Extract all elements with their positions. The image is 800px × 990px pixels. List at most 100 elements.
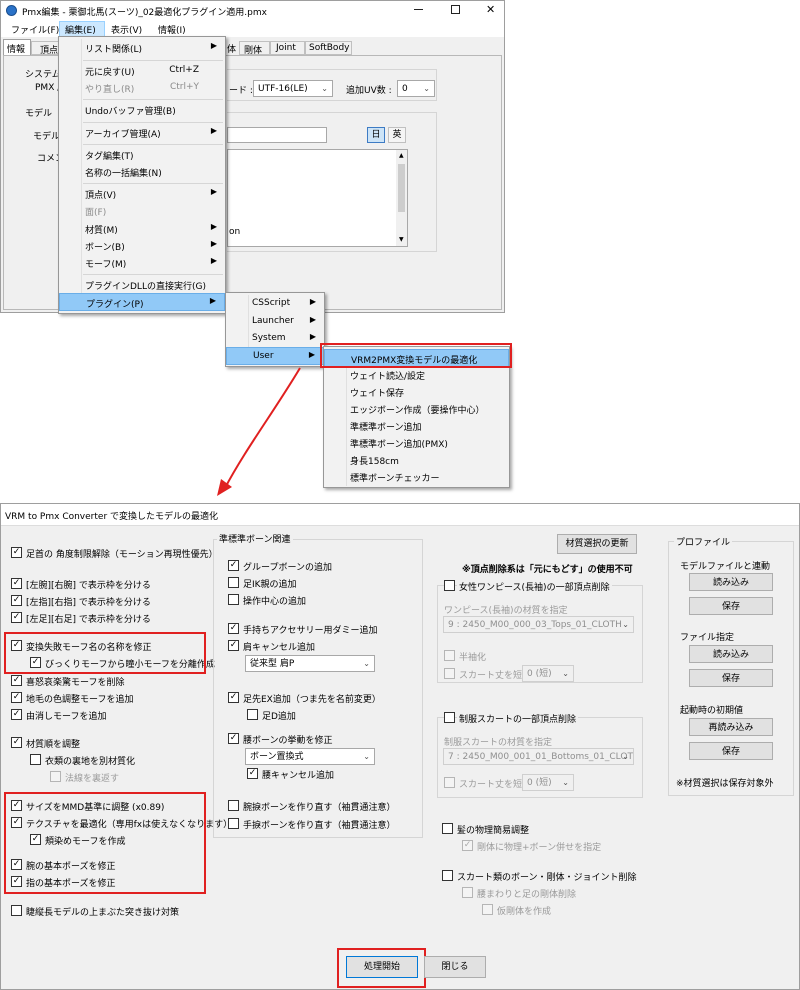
close-icon[interactable]: ✕: [486, 3, 495, 16]
chevron-down-icon: ⌄: [562, 778, 569, 787]
chevron-right-icon: ▶: [209, 296, 216, 305]
minimize-icon[interactable]: [414, 9, 423, 10]
menu-item-vertex[interactable]: 頂点(V) ▶: [59, 185, 225, 203]
menu-item-morph[interactable]: モーフ(M) ▶: [59, 254, 225, 272]
chevron-right-icon: ▶: [210, 256, 217, 265]
checkbox-material-order[interactable]: ✓: [11, 737, 22, 748]
menu-file[interactable]: ファイル(F): [11, 23, 59, 36]
menu-item-redo[interactable]: やり直し(R) Ctrl+Y: [59, 79, 225, 97]
uniform-skirt-select[interactable]: 0 (短) ⌄: [522, 774, 574, 791]
menu-item-tag-edit[interactable]: タグ編集(T): [59, 146, 225, 164]
checkbox-flip-normals[interactable]: [50, 771, 61, 782]
checkbox-leg-frame[interactable]: ✓: [11, 612, 22, 623]
checkbox-skirt-delete[interactable]: [442, 870, 453, 881]
onepiece-material-select[interactable]: 9 : 2450_M00_000_03_Tops_01_CLOTH ⌄: [443, 616, 634, 633]
checkbox-skirt-delete-sub1[interactable]: [462, 887, 473, 898]
uniform-material-select[interactable]: 7 : 2450_M00_001_01_Bottoms_01_CLOTH ⌄: [443, 748, 634, 765]
profile-model-load-button[interactable]: 読み込み: [689, 573, 773, 591]
checkbox-accessory-dummy[interactable]: ✓: [228, 623, 239, 634]
comment-textarea[interactable]: ▲ ▼ on: [227, 149, 408, 247]
menu-item-plugin[interactable]: プラグイン(P) ▶: [59, 293, 225, 311]
user-item-semi-standard-pmx[interactable]: 準標準ボーン追加(PMX): [324, 434, 509, 452]
user-item-height[interactable]: 身長158cm: [324, 451, 509, 469]
checkbox-center[interactable]: [228, 594, 239, 605]
checkbox-skirt-delete-sub2[interactable]: [482, 904, 493, 915]
edit-menu: リスト関係(L) ▶ 元に戻す(U) Ctrl+Z やり直し(R) Ctrl+Y Un…: [58, 36, 226, 314]
user-item-weight-load[interactable]: ウェイト読込/設定: [324, 366, 509, 384]
tab-rigid[interactable]: 剛体: [239, 41, 270, 56]
tab-vertex[interactable]: 頂点: [31, 41, 59, 56]
checkbox-shoulder-cancel[interactable]: ✓: [228, 640, 239, 651]
plugin-item-csscript[interactable]: CSScript ▶: [226, 295, 324, 313]
label-waist-fix: 腰ボーンの挙動を修正: [243, 736, 333, 746]
checkbox-leg-d[interactable]: [247, 709, 258, 720]
label-lining: 衣類の裏地を別材質化: [45, 757, 136, 767]
checkbox-emotion-delete[interactable]: ✓: [11, 675, 22, 686]
chevron-down-icon: ⌄: [622, 620, 629, 629]
profile-file-save-button[interactable]: 保存: [689, 669, 773, 687]
highlight-box-pose: [4, 792, 206, 894]
menu-item-undo[interactable]: 元に戻す(U) Ctrl+Z: [59, 62, 225, 80]
profile-init-save-button[interactable]: 保存: [689, 742, 773, 760]
lang-jp-button[interactable]: 日: [367, 127, 385, 143]
menu-item-rename[interactable]: 名称の一括編集(N): [59, 163, 225, 181]
checkbox-erase-morph[interactable]: ✓: [11, 709, 22, 720]
checkbox-leg-ik-parent[interactable]: [228, 577, 239, 588]
tab-info[interactable]: 情報: [3, 39, 31, 55]
uv-count-select[interactable]: 0 ⌄: [397, 80, 435, 97]
model-name-input[interactable]: [227, 127, 327, 143]
menu-item-bone[interactable]: ボーン(B) ▶: [59, 237, 225, 255]
user-item-bone-checker[interactable]: 標準ボーンチェッカー: [324, 468, 509, 486]
checkbox-group-bone[interactable]: ✓: [228, 560, 239, 571]
menu-view[interactable]: 表示(V): [111, 23, 142, 36]
checkbox-lining[interactable]: [30, 754, 41, 765]
profile-reload-button[interactable]: 再読み込み: [689, 718, 773, 736]
material-update-button[interactable]: 材質選択の更新: [557, 534, 637, 554]
user-item-semi-standard[interactable]: 準標準ボーン追加: [324, 417, 509, 435]
checkbox-toe-ex[interactable]: ✓: [228, 692, 239, 703]
checkbox-arm-twist[interactable]: [228, 800, 239, 811]
menu-edit[interactable]: 編集(E): [65, 23, 96, 36]
profile-model-save-button[interactable]: 保存: [689, 597, 773, 615]
maximize-icon[interactable]: [451, 5, 460, 14]
user-item-edge-bone[interactable]: エッジボーン作成（要操作中心）: [324, 400, 509, 418]
checkbox-onepiece[interactable]: [444, 580, 455, 591]
plugin-item-launcher[interactable]: Launcher ▶: [226, 313, 324, 331]
checkbox-hair-sub[interactable]: ✓: [462, 840, 473, 851]
comment-scrollbar[interactable]: ▲ ▼: [396, 150, 407, 246]
shoulder-type-select[interactable]: 従来型 肩P ⌄: [245, 655, 375, 672]
menu-item-plugin-dll[interactable]: プラグインDLLの直接実行(G): [59, 276, 225, 294]
checkbox-uniform-skirt[interactable]: [444, 777, 455, 788]
menu-item-undo-buffer[interactable]: Undoバッファ管理(B): [59, 101, 225, 119]
waist-type-select[interactable]: ボーン置換式 ⌄: [245, 748, 375, 765]
lang-en-button[interactable]: 英: [388, 127, 406, 143]
tab-joint[interactable]: Joint: [270, 41, 305, 55]
menu-item-archive[interactable]: アーカイブ管理(A) ▶: [59, 124, 225, 142]
plugin-item-system[interactable]: System ▶: [226, 330, 324, 348]
checkbox-arm-frame[interactable]: ✓: [11, 578, 22, 589]
checkbox-waist-cancel[interactable]: ✓: [247, 768, 258, 779]
user-item-weight-save[interactable]: ウェイト保存: [324, 383, 509, 401]
tab-softbody[interactable]: SoftBody: [305, 41, 352, 55]
encoding-select[interactable]: UTF-16(LE) ⌄: [253, 80, 333, 97]
checkbox-hair-physics[interactable]: [442, 823, 453, 834]
checkbox-eyelid-fix[interactable]: [11, 905, 22, 916]
menu-bar: ファイル(F) 編集(E) 表示(V) 情報(I): [1, 20, 504, 37]
close-button[interactable]: 閉じる: [424, 956, 486, 978]
checkbox-waist-fix[interactable]: ✓: [228, 733, 239, 744]
menu-item-list[interactable]: リスト関係(L) ▶: [59, 39, 225, 57]
checkbox-uniform[interactable]: [444, 712, 455, 723]
checkbox-half-sleeve[interactable]: [444, 650, 455, 661]
profile-file-load-button[interactable]: 読み込み: [689, 645, 773, 663]
checkbox-onepiece-skirt[interactable]: [444, 668, 455, 679]
checkbox-hair-color[interactable]: ✓: [11, 692, 22, 703]
menu-item-face[interactable]: 面(F): [59, 202, 225, 220]
checkbox-ankle-limit[interactable]: ✓: [11, 547, 22, 558]
menu-info[interactable]: 情報(I): [158, 23, 186, 36]
checkbox-finger-frame[interactable]: ✓: [11, 595, 22, 606]
label-group-bone: グループボーンの追加: [243, 563, 333, 573]
onepiece-skirt-select[interactable]: 0 (短) ⌄: [522, 665, 574, 682]
label-hair-sub: 剛体に物理+ボーン併せを指定: [477, 843, 602, 853]
checkbox-hand-twist[interactable]: [228, 818, 239, 829]
menu-item-material[interactable]: 材質(M) ▶: [59, 220, 225, 238]
